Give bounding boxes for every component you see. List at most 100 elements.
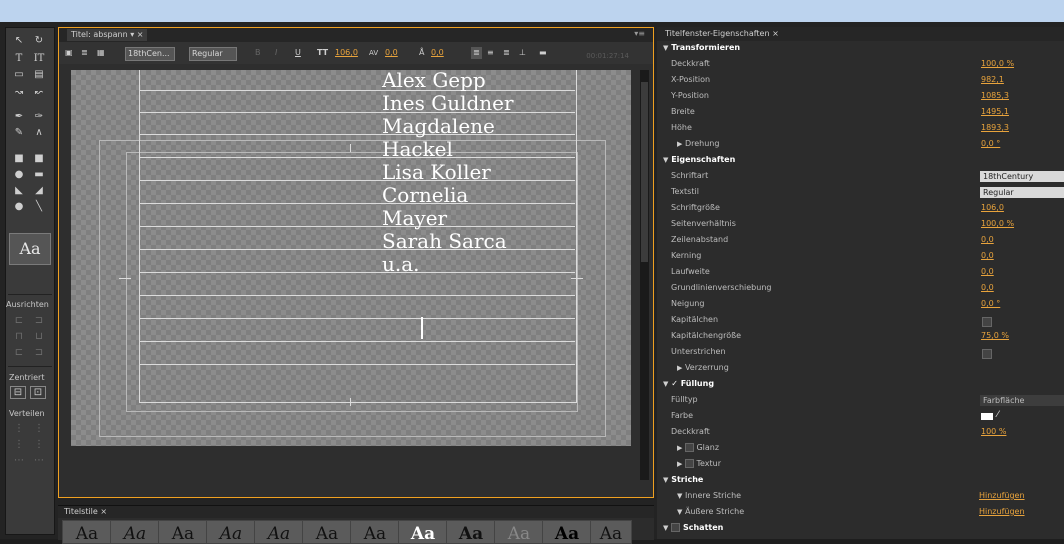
width-value[interactable]: 1495,1: [981, 107, 1009, 116]
section-strokes[interactable]: ▼ Striche: [657, 473, 1064, 489]
align-left-text-icon[interactable]: ≣: [471, 47, 482, 59]
tracking-value[interactable]: 0,0: [981, 267, 994, 276]
sheen-checkbox[interactable]: [684, 443, 694, 452]
rounded-corner-rectangle-tool-icon[interactable]: ▬: [30, 168, 48, 182]
center-vertical-icon[interactable]: ⊡: [30, 386, 46, 399]
style-swatch[interactable]: Aa: [110, 520, 160, 544]
style-swatch[interactable]: Aa: [350, 520, 400, 544]
underline-icon[interactable]: U: [295, 47, 301, 59]
kerning-value[interactable]: 0,0: [385, 47, 398, 59]
opacity-value[interactable]: 100,0 %: [981, 59, 1014, 68]
texture-checkbox[interactable]: [684, 459, 694, 468]
tab-stops-icon[interactable]: ⊥: [519, 47, 526, 59]
tab-title-abspann[interactable]: Titel: abspann ▾ ×: [67, 29, 148, 41]
panel-menu-icon[interactable]: ▾≡: [634, 29, 645, 38]
property-row[interactable]: ▶ Textur: [657, 457, 1064, 473]
bold-icon[interactable]: B: [255, 47, 261, 59]
section-shadow[interactable]: ▼ Schatten: [657, 521, 1064, 537]
style-swatch[interactable]: Aa: [302, 520, 352, 544]
italic-icon[interactable]: I: [275, 47, 277, 59]
scrollbar-thumb[interactable]: [641, 82, 648, 262]
type-tool-icon[interactable]: T: [10, 52, 28, 66]
vertical-path-type-tool-icon[interactable]: ↜: [30, 86, 48, 100]
fill-checkbox-icon[interactable]: ✓: [671, 379, 678, 388]
add-outer-stroke-link[interactable]: Hinzufügen: [979, 507, 1025, 516]
property-row[interactable]: ▼ Innere Striche Hinzufügen: [657, 489, 1064, 505]
style-swatch[interactable]: Aa: [494, 520, 544, 544]
align-right-text-icon[interactable]: ≣: [503, 47, 510, 59]
style-swatch[interactable]: Aa: [158, 520, 208, 544]
convert-anchor-tool-icon[interactable]: ∧: [30, 126, 48, 140]
distribute-right-icon[interactable]: ⋮: [10, 438, 28, 452]
dropdown-arrow-icon[interactable]: ▾: [130, 30, 134, 39]
title-canvas[interactable]: Alex Gepp Ines Guldner Magdalene Hackel …: [71, 70, 631, 446]
font-style-select[interactable]: Regular: [189, 47, 237, 61]
section-properties[interactable]: ▼ Eigenschaften: [657, 153, 1064, 169]
small-caps-size-value[interactable]: 75,0 %: [981, 331, 1009, 340]
align-left-icon[interactable]: ⊏: [10, 314, 28, 328]
style-swatch[interactable]: Aa: [62, 520, 112, 544]
style-swatch[interactable]: Aa: [542, 520, 592, 544]
tab-title-properties[interactable]: Titelfenster-Eigenschaften ×: [665, 29, 779, 38]
pen-tool-icon[interactable]: ✒: [10, 110, 28, 124]
delete-anchor-tool-icon[interactable]: ✑: [30, 110, 48, 124]
shadow-checkbox[interactable]: [671, 523, 681, 532]
property-row[interactable]: ▶ Drehung 0,0 °: [657, 137, 1064, 153]
font-family-select[interactable]: 18thCen...: [125, 47, 175, 61]
style-swatch[interactable]: Aa: [446, 520, 496, 544]
clipped-corner-rectangle-tool-icon[interactable]: ■: [30, 152, 48, 166]
template-icon[interactable]: ▦: [97, 47, 105, 59]
leading-value[interactable]: 0,0: [981, 235, 994, 244]
distribute-horizontal-icon[interactable]: ⋮: [30, 438, 48, 452]
selection-tool-icon[interactable]: ↖: [10, 34, 28, 48]
align-vertical-center-icon[interactable]: ⊐: [30, 314, 48, 328]
font-size-value[interactable]: 106,0: [335, 47, 358, 59]
style-swatch[interactable]: Aa: [206, 520, 256, 544]
section-transform[interactable]: ▼ Transformieren: [657, 41, 1064, 57]
vertical-type-tool-icon[interactable]: IT: [30, 52, 48, 66]
font-style-field[interactable]: Regular: [980, 187, 1064, 198]
x-position-value[interactable]: 982,1: [981, 75, 1004, 84]
property-row[interactable]: ▶ Glanz: [657, 441, 1064, 457]
style-swatch[interactable]: Aa: [590, 520, 632, 544]
align-bottom-icon[interactable]: ⊐: [30, 346, 48, 360]
distribute-center-icon[interactable]: ⋮: [30, 422, 48, 436]
baseline-value[interactable]: 0,0: [431, 47, 444, 59]
distribute-vertical-icon[interactable]: ⋯: [30, 454, 48, 468]
new-title-icon[interactable]: ▣: [65, 47, 73, 59]
font-size-value[interactable]: 106,0: [981, 203, 1004, 212]
path-type-tool-icon[interactable]: ↝: [10, 86, 28, 100]
align-right-icon[interactable]: ⊏: [10, 346, 28, 360]
baseline-shift-value[interactable]: 0,0: [981, 283, 994, 292]
height-value[interactable]: 1893,3: [981, 123, 1009, 132]
rounded-rectangle-tool-icon[interactable]: ●: [10, 168, 28, 182]
text-box-frame[interactable]: [139, 70, 577, 403]
rotation-value[interactable]: 0,0 °: [981, 139, 1000, 148]
center-horizontal-icon[interactable]: ⊟: [10, 386, 26, 399]
vertical-scrollbar[interactable]: [640, 70, 649, 480]
slant-value[interactable]: 0,0 °: [981, 299, 1000, 308]
small-caps-checkbox[interactable]: [982, 317, 992, 327]
rotation-tool-icon[interactable]: ↻: [30, 34, 48, 48]
rectangle-tool-icon[interactable]: ■: [10, 152, 28, 166]
vertical-area-type-tool-icon[interactable]: ▤: [30, 68, 48, 82]
property-row[interactable]: ▶ Verzerrung: [657, 361, 1064, 377]
show-background-video-icon[interactable]: ▬: [539, 47, 547, 59]
area-type-tool-icon[interactable]: ▭: [10, 68, 28, 82]
close-icon[interactable]: ×: [137, 30, 144, 39]
font-family-field[interactable]: 18thCentury: [980, 171, 1064, 182]
distribute-left-icon[interactable]: ⋮: [10, 422, 28, 436]
kerning-value[interactable]: 0,0: [981, 251, 994, 260]
style-swatch[interactable]: Aa: [398, 520, 448, 544]
aspect-value[interactable]: 100,0 %: [981, 219, 1014, 228]
style-swatch[interactable]: Aa: [254, 520, 304, 544]
eyedropper-icon[interactable]: ⁄: [997, 410, 999, 420]
ellipse-tool-icon[interactable]: ●: [10, 200, 28, 214]
line-tool-icon[interactable]: ╲: [30, 200, 48, 214]
add-inner-stroke-link[interactable]: Hinzufügen: [979, 491, 1025, 500]
add-anchor-tool-icon[interactable]: ✎: [10, 126, 28, 140]
section-fill[interactable]: ▼ ✓ Füllung: [657, 377, 1064, 393]
fill-opacity-value[interactable]: 100 %: [981, 427, 1006, 436]
tab-title-styles[interactable]: Titelstile ×: [64, 507, 107, 516]
fill-type-field[interactable]: Farbfläche: [980, 395, 1064, 406]
